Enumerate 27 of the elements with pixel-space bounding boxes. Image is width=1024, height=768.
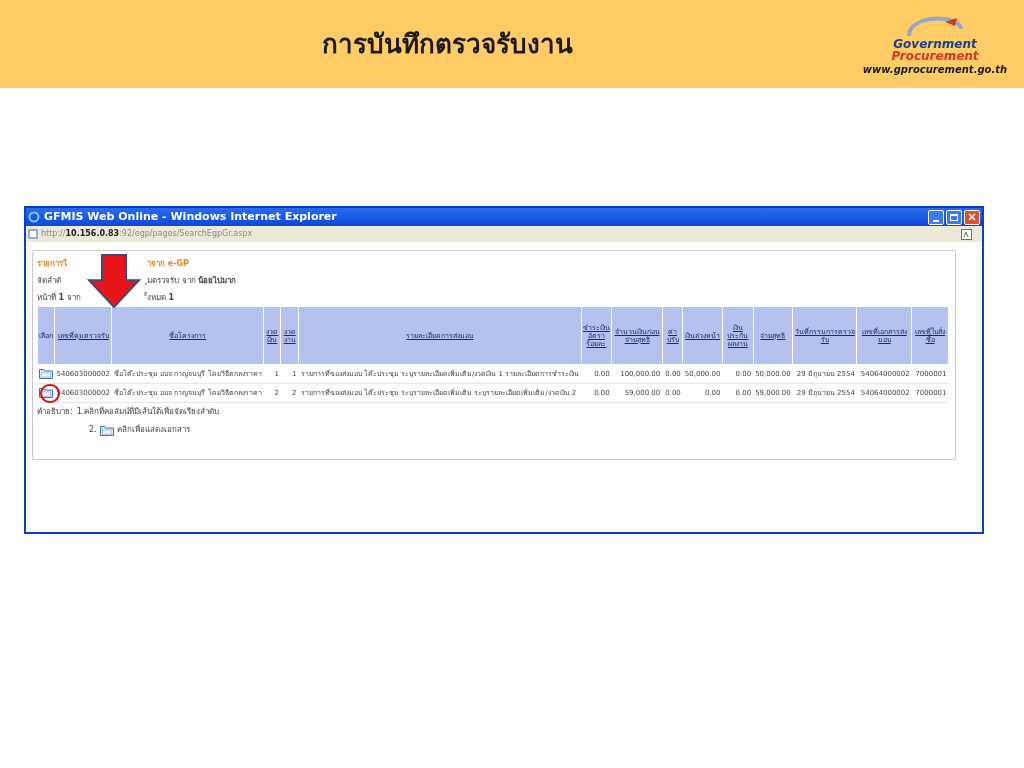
minimize-button[interactable] (928, 209, 944, 225)
website-url: www.gprocurement.go.th (862, 62, 1008, 77)
address-text: http://10.156.0.83:92/egp/pages/SearchEgpGr.aspx (41, 228, 253, 240)
address-bar[interactable]: http://10.156.0.83:92/egp/pages/SearchEgpGr.aspx (26, 226, 982, 242)
down-arrow-icon (87, 253, 141, 309)
slide-title: การบันทึกตรวจรับงาน (321, 27, 573, 61)
logo-swoosh-icon (905, 15, 965, 38)
window-title: GFMIS Web Online - Windows Internet Explorer (44, 208, 337, 225)
list-heading: รายการใ (37, 258, 67, 268)
legend-text: 2. (89, 424, 97, 436)
legend-text: 1.คลิกที่คอลัมน์ที่มีเส้นใต้เพื่อจัดเรียงลำดับ (76, 406, 220, 418)
logo-text: Procurement (891, 49, 979, 62)
page-info: หน้าที่ 1 จาก (37, 292, 81, 302)
legend-text: คลิกเพื่อแสดงเอกสาร (116, 424, 190, 436)
close-icon (968, 213, 976, 221)
legend-label: คำอธิบาย: (37, 406, 73, 418)
page-icon (28, 229, 38, 239)
document-folder-icon (99, 424, 114, 436)
sort-text: ุมตรวจรับ จาก น้อยไปมาก (147, 274, 237, 287)
logo-text: Government (893, 37, 977, 50)
sort-text: จัดลำดั (37, 275, 61, 285)
close-button[interactable] (964, 209, 980, 225)
list-heading: าจาก e-GP (147, 257, 189, 270)
document-folder-icon[interactable] (39, 386, 53, 398)
document-folder-icon[interactable] (39, 367, 53, 379)
browser-logo-icon (28, 211, 40, 223)
maximize-button[interactable] (946, 209, 962, 225)
